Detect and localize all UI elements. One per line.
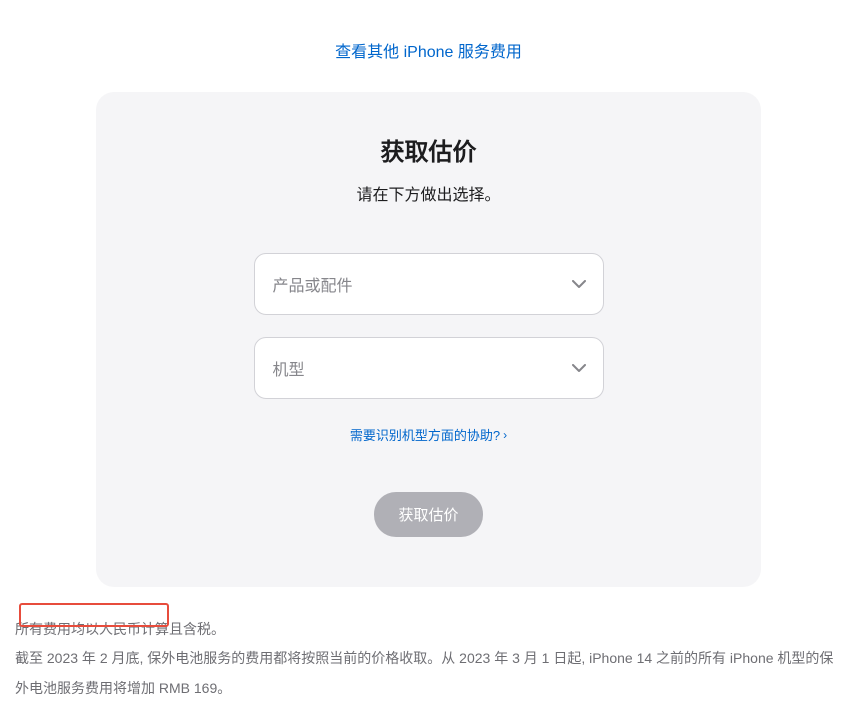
identify-model-help-link[interactable]: 需要识别机型方面的协助? ›	[350, 425, 507, 444]
chevron-right-icon: ›	[503, 428, 507, 442]
estimate-card: 获取估价 请在下方做出选择。 产品或配件 机型 需要识别机型方面的协助? › 获…	[96, 92, 761, 587]
help-link-label: 需要识别机型方面的协助?	[350, 425, 500, 444]
product-select[interactable]: 产品或配件	[254, 253, 604, 315]
model-select[interactable]: 机型	[254, 337, 604, 399]
other-services-link[interactable]: 查看其他 iPhone 服务费用	[335, 44, 522, 61]
get-estimate-button[interactable]: 获取估价	[374, 492, 482, 537]
model-select-wrapper: 机型	[254, 337, 604, 399]
footer-line-1: 所有费用均以人民币计算且含税。	[15, 615, 842, 644]
product-select-wrapper: 产品或配件	[254, 253, 604, 315]
card-subtitle: 请在下方做出选择。	[146, 181, 711, 205]
footer-notes: 所有费用均以人民币计算且含税。 截至 2023 年 2 月底, 保外电池服务的费…	[11, 615, 846, 703]
footer-line-2: 截至 2023 年 2 月底, 保外电池服务的费用都将按照当前的价格收取。从 2…	[15, 644, 842, 703]
card-title: 获取估价	[146, 132, 711, 167]
top-services-link-wrapper: 查看其他 iPhone 服务费用	[0, 0, 857, 92]
